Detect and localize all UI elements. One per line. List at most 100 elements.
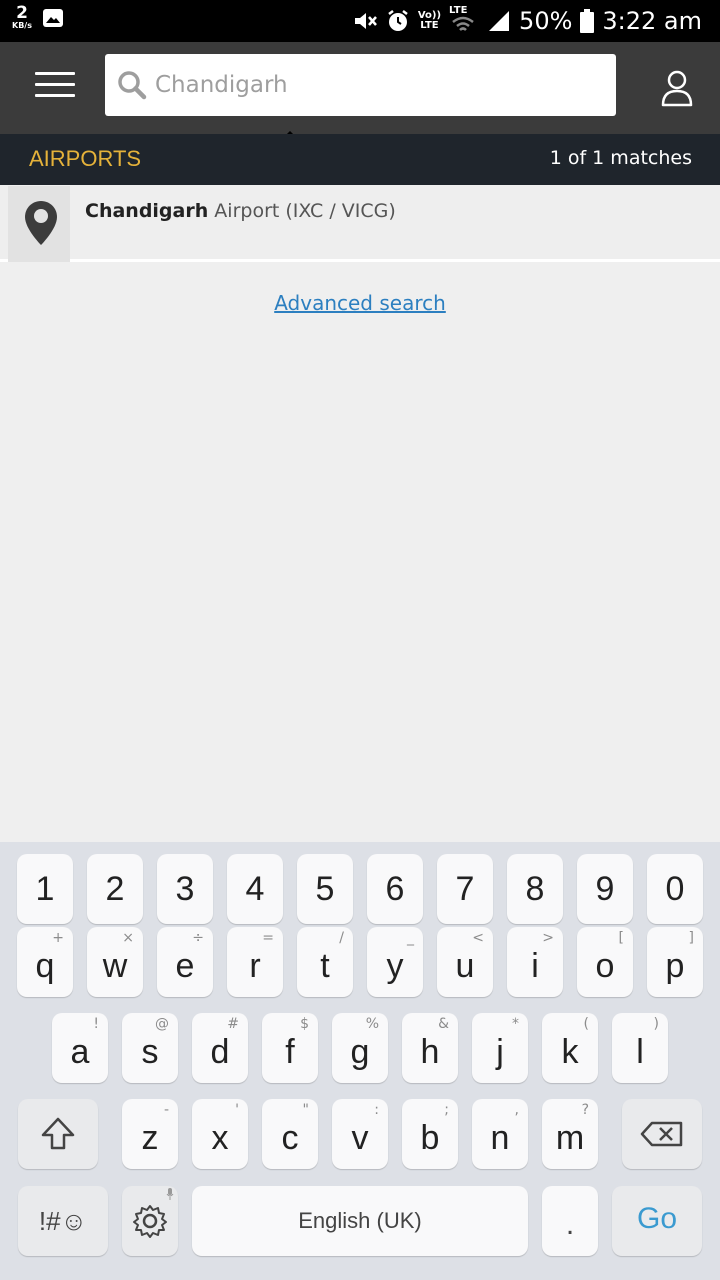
key-q[interactable]: q +	[17, 927, 73, 997]
shift-arrow-icon	[41, 1117, 75, 1150]
advanced-search-container: Advanced search	[0, 291, 720, 315]
key-v[interactable]: v:	[332, 1099, 388, 1169]
key-label: e	[175, 947, 195, 985]
key-m[interactable]: m?	[542, 1099, 598, 1169]
key-label: 0	[665, 870, 685, 908]
key-l[interactable]: l)	[612, 1013, 668, 1083]
key-7[interactable]: 7	[437, 854, 493, 924]
volte-bottom: LTE	[420, 20, 439, 31]
key-8[interactable]: 8	[507, 854, 563, 924]
space-key[interactable]: English (UK)	[192, 1186, 528, 1256]
key-hint: [	[618, 930, 624, 946]
key-b[interactable]: b;	[402, 1099, 458, 1169]
key-s[interactable]: s @	[122, 1013, 178, 1083]
key-t[interactable]: t /	[297, 927, 353, 997]
key-3[interactable]: 3	[157, 854, 213, 924]
volte-indicator: Vo)) LTE	[418, 11, 441, 31]
key-k[interactable]: k(	[542, 1013, 598, 1083]
period-key[interactable]: .	[542, 1186, 598, 1256]
key-label: r	[249, 947, 261, 985]
key-r[interactable]: r =	[227, 927, 283, 997]
search-box[interactable]	[105, 54, 616, 116]
alarm-icon	[388, 10, 408, 31]
key-hint: ,	[514, 1102, 519, 1118]
status-bar: 2 KB/s Vo)) LTE LTE 50% 3:22 am	[0, 0, 720, 42]
result-name: Chandigarh	[85, 200, 209, 222]
go-key[interactable]: Go	[612, 1186, 702, 1256]
key-a[interactable]: a!	[52, 1013, 108, 1083]
key-label: s	[141, 1033, 159, 1071]
key-label: 5	[315, 870, 335, 908]
key-6[interactable]: 6	[367, 854, 423, 924]
key-label: k	[561, 1033, 579, 1071]
shift-key[interactable]	[18, 1099, 98, 1169]
match-count: 1 of 1 matches	[549, 147, 692, 169]
key-1[interactable]: 1	[17, 854, 73, 924]
key-u[interactable]: u <	[437, 927, 493, 997]
key-hint: <	[472, 930, 484, 946]
status-right: Vo)) LTE LTE 50% 3:22 am	[352, 0, 702, 42]
key-label: c	[281, 1119, 299, 1157]
key-hint: ?	[581, 1102, 589, 1118]
gallery-icon	[42, 8, 63, 27]
key-label: i	[531, 947, 539, 985]
key-hint: +	[52, 930, 64, 946]
key-label: w	[102, 947, 128, 985]
key-y[interactable]: y _	[367, 927, 423, 997]
key-hint: @	[155, 1016, 169, 1032]
lte-wifi-indicator: LTE	[449, 6, 479, 36]
key-x[interactable]: x '	[192, 1099, 248, 1169]
key-h[interactable]: h &	[402, 1013, 458, 1083]
key-label: z	[141, 1119, 159, 1157]
key-hint: '	[235, 1102, 239, 1118]
key-w[interactable]: w ×	[87, 927, 143, 997]
space-label: English (UK)	[298, 1208, 422, 1233]
key-d[interactable]: d #	[192, 1013, 248, 1083]
key-5[interactable]: 5	[297, 854, 353, 924]
key-hint: (	[583, 1016, 589, 1032]
key-z[interactable]: z-	[122, 1099, 178, 1169]
key-hint: >	[542, 930, 554, 946]
settings-key[interactable]	[122, 1186, 178, 1256]
key-hint: ×	[122, 930, 134, 946]
key-label: v	[351, 1119, 369, 1157]
symbols-label: !#☺	[38, 1206, 88, 1236]
key-o[interactable]: o[	[577, 927, 633, 997]
soft-keyboard: !#☺ English (UK) . Go 1 2 3 4 5 6 7 8 9 0 q + w × e ÷ r =…	[0, 842, 720, 1280]
key-hint: /	[339, 930, 344, 946]
key-label: f	[285, 1033, 295, 1071]
key-2[interactable]: 2	[87, 854, 143, 924]
key-g[interactable]: g%	[332, 1013, 388, 1083]
key-i[interactable]: i >	[507, 927, 563, 997]
key-hint: ]	[688, 930, 694, 946]
search-input[interactable]	[155, 66, 595, 104]
key-hint: =	[262, 930, 274, 946]
key-label: 9	[595, 870, 615, 908]
key-c[interactable]: c "	[262, 1099, 318, 1169]
symbols-key[interactable]: !#☺	[18, 1186, 108, 1256]
app-header	[0, 42, 720, 180]
category-title: AIRPORTS	[29, 146, 142, 171]
key-p[interactable]: p]	[647, 927, 703, 997]
result-text: Chandigarh Airport (IXC / VICG)	[85, 200, 396, 222]
key-e[interactable]: e ÷	[157, 927, 213, 997]
data-rate-indicator: 2 KB/s	[12, 5, 32, 30]
advanced-search-link[interactable]: Advanced search	[274, 291, 446, 315]
key-n[interactable]: n,	[472, 1099, 528, 1169]
clock: 3:22 am	[602, 7, 702, 35]
key-0[interactable]: 0	[647, 854, 703, 924]
key-j[interactable]: j *	[472, 1013, 528, 1083]
user-icon[interactable]	[659, 68, 695, 108]
result-row[interactable]: Chandigarh Airport (IXC / VICG)	[0, 186, 720, 262]
key-hint: ;	[444, 1102, 449, 1118]
key-4[interactable]: 4	[227, 854, 283, 924]
key-hint: %	[365, 1016, 379, 1032]
key-9[interactable]: 9	[577, 854, 633, 924]
go-label: Go	[636, 1202, 678, 1235]
backspace-key[interactable]	[622, 1099, 702, 1169]
lte-label: LTE	[449, 5, 468, 16]
result-detail: Airport (IXC / VICG)	[208, 200, 396, 222]
key-f[interactable]: f $	[262, 1013, 318, 1083]
menu-button[interactable]	[35, 72, 75, 100]
gear-icon	[133, 1205, 167, 1238]
